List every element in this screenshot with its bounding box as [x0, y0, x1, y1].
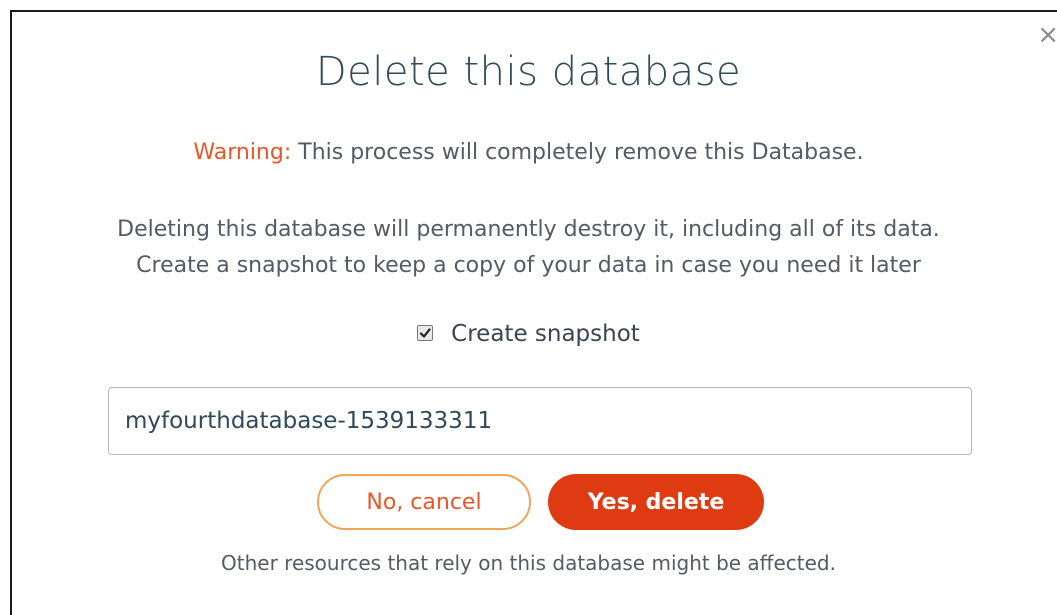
delete-button[interactable]: Yes, delete [548, 474, 764, 530]
description-line-1: Deleting this database will permanently … [117, 217, 940, 242]
delete-description: Deleting this database will permanently … [0, 212, 1057, 284]
cancel-button[interactable]: No, cancel [317, 474, 531, 530]
delete-database-dialog: × [10, 10, 1057, 615]
create-snapshot-row[interactable]: Create snapshot [0, 321, 1057, 347]
checkmark-icon [420, 327, 431, 338]
snapshot-name-input[interactable]: myfourthdatabase-1539133311 [108, 387, 972, 455]
warning-label: Warning: [193, 140, 292, 165]
warning-text: This process will completely remove this… [291, 140, 864, 165]
create-snapshot-label[interactable]: Create snapshot [451, 321, 640, 347]
description-line-2: Create a snapshot to keep a copy of your… [136, 253, 921, 278]
dialog-title: Delete this database [315, 49, 742, 95]
warning-message: Warning: This process will completely re… [0, 140, 1057, 165]
close-icon[interactable]: × [1037, 22, 1057, 48]
snapshot-name-value: myfourthdatabase-1539133311 [125, 408, 493, 434]
affected-resources-note: Other resources that rely on this databa… [221, 551, 836, 575]
create-snapshot-checkbox[interactable] [417, 324, 434, 341]
